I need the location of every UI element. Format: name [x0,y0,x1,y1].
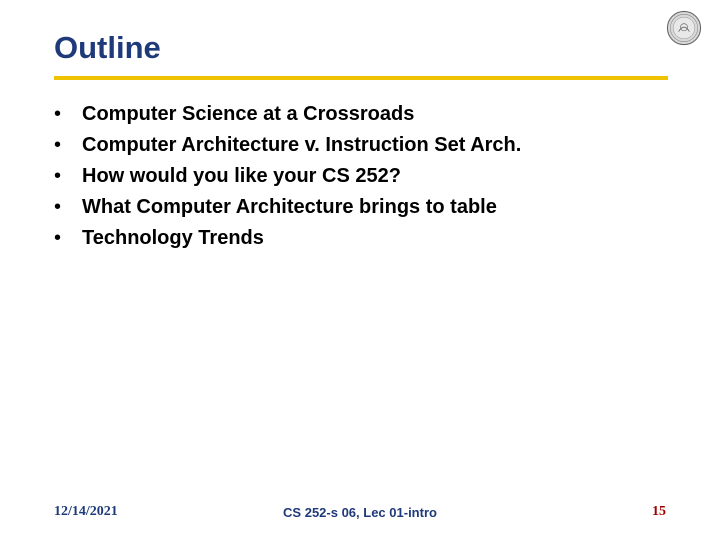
bullet-icon: • [54,100,82,128]
footer-date: 12/14/2021 [54,504,118,520]
slide-footer: 12/14/2021 CS 252-s 06, Lec 01-intro 15 [0,504,720,520]
bullet-text: Technology Trends [82,224,264,252]
bullet-text: Computer Architecture v. Instruction Set… [82,131,521,159]
bullet-text: How would you like your CS 252? [82,162,401,190]
footer-page-number: 15 [652,504,666,520]
bullet-icon: • [54,224,82,252]
list-item: • What Computer Architecture brings to t… [54,193,654,221]
bullet-text: Computer Science at a Crossroads [82,100,414,128]
bullet-icon: • [54,162,82,190]
footer-course: CS 252-s 06, Lec 01-intro [283,505,437,520]
title-divider [54,76,668,80]
slide-title: Outline [54,30,161,66]
seal-logo [666,10,702,46]
bullet-text: What Computer Architecture brings to tab… [82,193,497,221]
bullet-icon: • [54,131,82,159]
list-item: • Computer Architecture v. Instruction S… [54,131,654,159]
list-item: • Technology Trends [54,224,654,252]
bullet-list: • Computer Science at a Crossroads • Com… [54,100,654,255]
bullet-icon: • [54,193,82,221]
list-item: • Computer Science at a Crossroads [54,100,654,128]
list-item: • How would you like your CS 252? [54,162,654,190]
